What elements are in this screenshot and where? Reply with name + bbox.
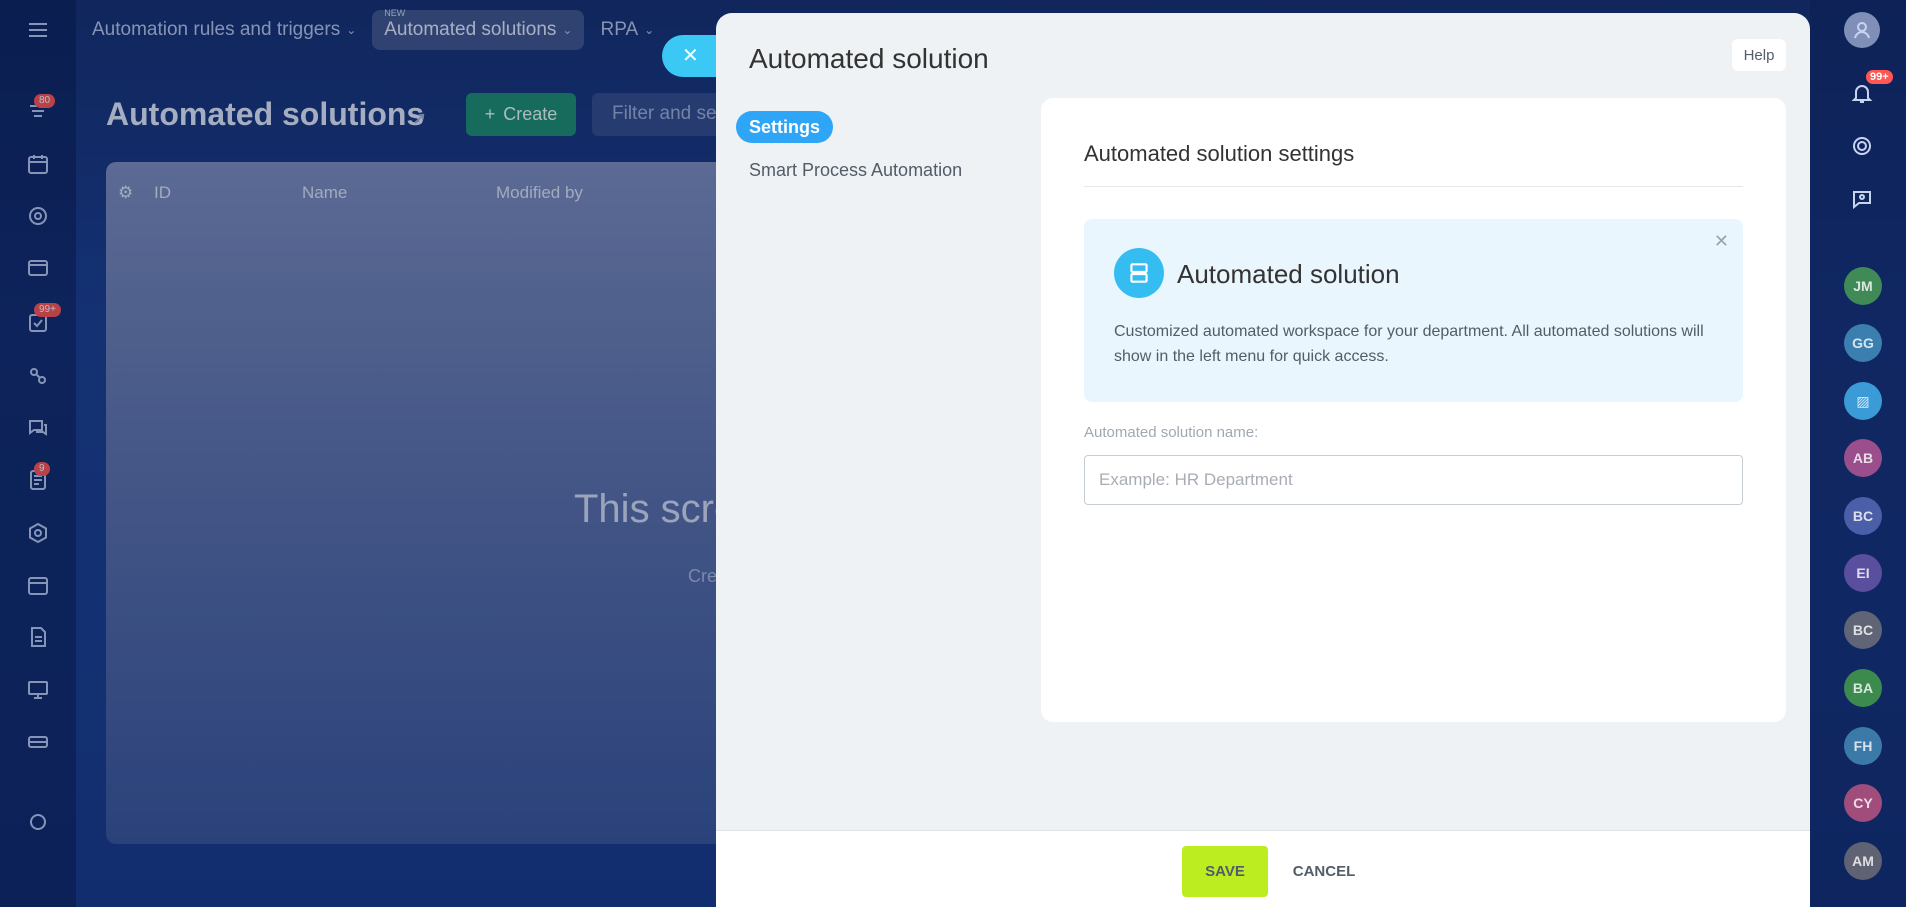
avatar[interactable]: CY bbox=[1844, 784, 1882, 822]
avatar-initials: BA bbox=[1852, 680, 1874, 696]
nav-settings[interactable]: Settings bbox=[736, 111, 834, 143]
avatar-initials: BC bbox=[1852, 622, 1874, 638]
avatar-initials: CY bbox=[1853, 795, 1873, 811]
avatar[interactable]: ▨ bbox=[1844, 382, 1882, 420]
user-avatar-icon[interactable] bbox=[1844, 12, 1880, 48]
close-slider-button[interactable]: ✕ bbox=[662, 35, 722, 77]
nav-smart-process-automation[interactable]: Smart Process Automation bbox=[736, 160, 976, 181]
save-button[interactable]: SAVE bbox=[1182, 846, 1268, 897]
avatar[interactable]: AM bbox=[1844, 842, 1882, 880]
settings-card: Automated solution settings Automated so… bbox=[1041, 98, 1786, 722]
slider-side-nav: Settings Smart Process Automation bbox=[736, 111, 976, 181]
avatar-initials: FH bbox=[1853, 738, 1873, 754]
avatar-initials: AB bbox=[1852, 450, 1874, 466]
avatar[interactable]: BC bbox=[1844, 611, 1882, 649]
divider bbox=[1084, 186, 1743, 187]
avatar-initials: GG bbox=[1852, 335, 1874, 351]
avatar-initials: BC bbox=[1852, 508, 1874, 524]
avatar[interactable]: JM bbox=[1844, 267, 1882, 305]
right-rail: 99+ JM GG ▨ AB BC EI BC BA FH CY AM bbox=[1810, 0, 1906, 907]
card-heading: Automated solution settings bbox=[1084, 141, 1355, 166]
avatar[interactable]: BC bbox=[1844, 497, 1882, 535]
search-chat-icon[interactable] bbox=[1844, 181, 1880, 217]
avatar[interactable]: FH bbox=[1844, 727, 1882, 765]
avatar-initials: EI bbox=[1856, 565, 1870, 581]
slider-footer: SAVE CANCEL bbox=[716, 830, 1810, 907]
slider-title: Automated solution bbox=[749, 43, 989, 74]
info-title: Automated solution bbox=[1177, 259, 1400, 289]
avatar[interactable]: BA bbox=[1844, 669, 1882, 707]
avatar-initials: AM bbox=[1852, 853, 1874, 869]
solution-name-input[interactable] bbox=[1084, 455, 1743, 505]
avatar[interactable]: AB bbox=[1844, 439, 1882, 477]
avatar[interactable]: GG bbox=[1844, 324, 1882, 362]
name-field-label: Automated solution name: bbox=[1084, 424, 1259, 441]
help-button[interactable]: Help bbox=[1732, 39, 1786, 71]
info-banner: Automated solution ✕ Customized automate… bbox=[1084, 219, 1743, 402]
notification-badge: 99+ bbox=[1866, 70, 1893, 84]
avatar[interactable]: EI bbox=[1844, 554, 1882, 592]
chat-bubble-icon: ▨ bbox=[1856, 392, 1870, 409]
close-icon[interactable]: ✕ bbox=[1714, 231, 1729, 252]
sync-icon[interactable] bbox=[1844, 128, 1880, 164]
avatar-initials: JM bbox=[1853, 278, 1873, 294]
solution-icon bbox=[1114, 248, 1164, 298]
info-description: Customized automated workspace for your … bbox=[1114, 323, 1704, 365]
cancel-button[interactable]: CANCEL bbox=[1284, 846, 1364, 897]
close-icon: ✕ bbox=[682, 45, 699, 67]
automated-solution-slider: Automated solution Help Settings Smart P… bbox=[716, 13, 1810, 907]
